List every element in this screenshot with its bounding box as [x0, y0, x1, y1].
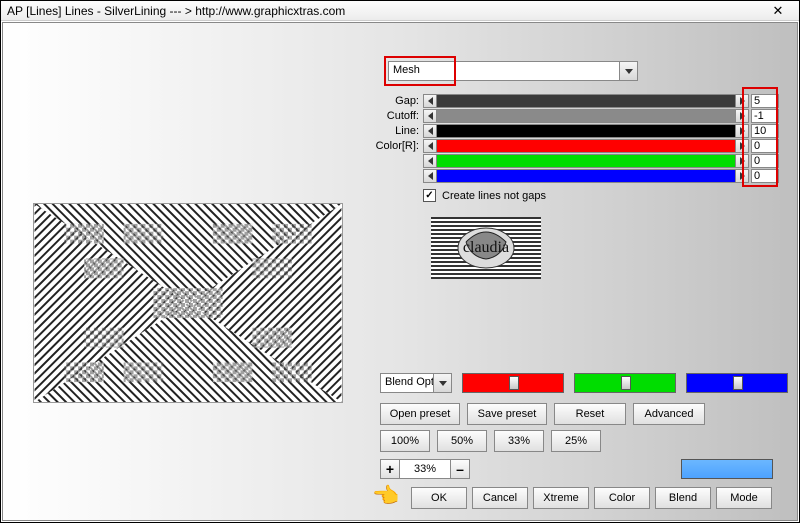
zoom-25-button[interactable]: 25% — [551, 430, 601, 452]
dropdown-value: Mesh — [388, 61, 620, 81]
increment-button[interactable] — [735, 124, 749, 138]
zoom-50-button[interactable]: 50% — [437, 430, 487, 452]
slider-row-color-r: Color[R]: 0 — [363, 138, 779, 153]
decrement-button[interactable] — [423, 139, 437, 153]
increment-button[interactable] — [735, 154, 749, 168]
open-preset-button[interactable]: Open preset — [380, 403, 460, 425]
slider-value[interactable]: 0 — [751, 169, 779, 183]
zoom-out-button[interactable]: – — [450, 459, 470, 479]
slider-value[interactable]: 0 — [751, 139, 779, 153]
slider-track[interactable] — [437, 124, 735, 138]
slider-thumb — [509, 376, 519, 390]
slider-value[interactable]: 10 — [751, 124, 779, 138]
blend-button[interactable]: Blend — [655, 487, 711, 509]
zoom-value[interactable]: 33% — [400, 459, 450, 479]
slider-row-gap: Gap: 5 — [363, 93, 779, 108]
svg-text:claudia: claudia — [463, 239, 509, 256]
slider-thumb — [621, 376, 631, 390]
decrement-button[interactable] — [423, 94, 437, 108]
chevron-down-icon — [434, 373, 452, 393]
reset-button[interactable]: Reset — [554, 403, 626, 425]
watermark-logo: claudia — [431, 217, 541, 279]
slider-value[interactable]: -1 — [751, 109, 779, 123]
slider-label: Gap: — [363, 95, 423, 107]
increment-button[interactable] — [735, 94, 749, 108]
close-button[interactable]: ✕ — [763, 2, 793, 20]
slider-track[interactable] — [437, 109, 735, 123]
checkbox-icon: ✓ — [423, 189, 436, 202]
slider-thumb — [733, 376, 743, 390]
slider-track[interactable] — [437, 139, 735, 153]
chevron-down-icon — [620, 61, 638, 81]
blend-row: Blend Option — [380, 373, 788, 393]
zoom-stepper: + 33% – — [380, 459, 470, 479]
increment-button[interactable] — [735, 109, 749, 123]
slider-row-cutoff: Cutoff: -1 — [363, 108, 779, 123]
pointing-hand-icon: 👉 — [373, 483, 400, 509]
preview-panel — [33, 203, 343, 403]
zoom-33-button[interactable]: 33% — [494, 430, 544, 452]
dialog-buttons: OK Cancel Xtreme Color Blend Mode — [411, 487, 772, 509]
slider-row-color-g: 0 — [363, 153, 779, 168]
decrement-button[interactable] — [423, 154, 437, 168]
slider-label: Cutoff: — [363, 110, 423, 122]
mode-button[interactable]: Mode — [716, 487, 772, 509]
titlebar: AP [Lines] Lines - SilverLining --- > ht… — [1, 1, 799, 21]
dropdown-value: Blend Option — [380, 373, 434, 393]
slider-label: Line: — [363, 125, 423, 137]
slider-track[interactable] — [437, 94, 735, 108]
preview-pattern — [34, 204, 342, 402]
increment-button[interactable] — [735, 169, 749, 183]
blend-slider-red[interactable] — [462, 373, 564, 393]
color-swatch[interactable] — [681, 459, 773, 479]
decrement-button[interactable] — [423, 124, 437, 138]
blend-slider-blue[interactable] — [686, 373, 788, 393]
blend-slider-green[interactable] — [574, 373, 676, 393]
save-preset-button[interactable]: Save preset — [467, 403, 547, 425]
xtreme-button[interactable]: Xtreme — [533, 487, 589, 509]
zoom-preset-buttons: 100% 50% 33% 25% — [380, 430, 601, 452]
slider-track[interactable] — [437, 169, 735, 183]
advanced-button[interactable]: Advanced — [633, 403, 705, 425]
blend-option-dropdown[interactable]: Blend Option — [380, 373, 452, 393]
dialog-body: Mesh Gap: 5 Cutoff: -1 Line: — [2, 22, 798, 521]
window-title: AP [Lines] Lines - SilverLining --- > ht… — [7, 4, 763, 18]
zoom-in-button[interactable]: + — [380, 459, 400, 479]
decrement-button[interactable] — [423, 109, 437, 123]
slider-row-line: Line: 10 — [363, 123, 779, 138]
cancel-button[interactable]: Cancel — [472, 487, 528, 509]
slider-row-color-b: 0 — [363, 168, 779, 183]
slider-track[interactable] — [437, 154, 735, 168]
pattern-type-dropdown[interactable]: Mesh — [388, 61, 638, 81]
preset-buttons: Open preset Save preset Reset Advanced — [380, 403, 705, 425]
slider-value[interactable]: 5 — [751, 94, 779, 108]
zoom-100-button[interactable]: 100% — [380, 430, 430, 452]
ok-button[interactable]: OK — [411, 487, 467, 509]
parameter-sliders: Gap: 5 Cutoff: -1 Line: 10 Co — [363, 93, 779, 183]
color-button[interactable]: Color — [594, 487, 650, 509]
decrement-button[interactable] — [423, 169, 437, 183]
slider-label: Color[R]: — [363, 140, 423, 152]
slider-value[interactable]: 0 — [751, 154, 779, 168]
plugin-window: AP [Lines] Lines - SilverLining --- > ht… — [0, 0, 800, 523]
checkbox-label: Create lines not gaps — [442, 190, 546, 202]
create-lines-checkbox[interactable]: ✓ Create lines not gaps — [423, 189, 546, 202]
increment-button[interactable] — [735, 139, 749, 153]
